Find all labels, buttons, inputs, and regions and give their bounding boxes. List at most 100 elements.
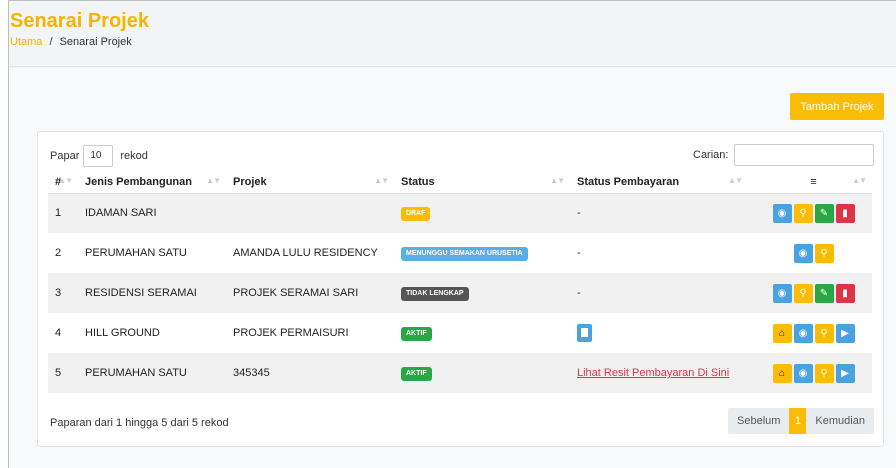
col-header-number[interactable]: # ▲▼ bbox=[48, 171, 78, 194]
edit-icon: ✎ bbox=[819, 207, 829, 219]
main-content: Tambah Projek Papar 10 rekod Carian: # ▲▼… bbox=[9, 68, 896, 468]
view-button[interactable]: ◉ bbox=[793, 323, 813, 343]
sort-icon: ▲▼ bbox=[728, 176, 743, 185]
breadcrumb-current: Senarai Projek bbox=[59, 36, 132, 48]
view-button[interactable]: ◉ bbox=[772, 283, 792, 303]
app-frame: Senarai Projek Utama / Senarai Projek Ta… bbox=[8, 0, 896, 468]
status-badge: AKTIF bbox=[401, 366, 432, 381]
search-control: Carian: bbox=[693, 144, 875, 166]
magnifier-icon: ⚲ bbox=[820, 327, 828, 339]
warning-button[interactable]: ⌂ bbox=[772, 363, 792, 383]
row-jenis: PERUMAHAN SATU bbox=[78, 353, 226, 393]
row-status-cell: MENUNGGU SEMAKAN URUSETIA bbox=[394, 233, 570, 273]
eye-icon: ◉ bbox=[777, 207, 787, 219]
search-button[interactable]: ⚲ bbox=[814, 323, 834, 343]
row-status-cell: AKTIF bbox=[394, 313, 570, 353]
magnifier-icon: ⚲ bbox=[799, 287, 807, 299]
sort-icon: ▲▼ bbox=[206, 176, 221, 185]
row-projek bbox=[226, 193, 394, 233]
page-header: Senarai Projek Utama / Senarai Projek bbox=[9, 1, 896, 67]
search-button[interactable]: ⚲ bbox=[793, 283, 813, 303]
search-input[interactable] bbox=[734, 144, 875, 166]
sort-icon: ▲▼ bbox=[852, 176, 867, 185]
building-warning-icon: ⌂ bbox=[778, 327, 786, 339]
breadcrumb: Utama / Senarai Projek bbox=[10, 36, 132, 48]
row-payment-cell bbox=[570, 313, 748, 353]
table-info: Paparan dari 1 hingga 5 dari 5 rekod bbox=[50, 417, 229, 429]
table-row: 5 PERUMAHAN SATU 345345 AKTIF Lihat Resi… bbox=[48, 353, 872, 393]
building-warning-icon: ⌂ bbox=[778, 367, 786, 379]
delete-button[interactable]: ▮ bbox=[835, 203, 855, 223]
status-badge: TIDAK LENGKAP bbox=[401, 286, 469, 301]
row-payment: - bbox=[577, 247, 581, 259]
view-receipt-link[interactable]: Lihat Resit Pembayaran Di Sini bbox=[577, 367, 729, 379]
add-project-button[interactable]: Tambah Projek bbox=[790, 93, 884, 120]
prev-page-button[interactable]: Sebelum bbox=[728, 408, 790, 434]
document-button[interactable]: ▶ bbox=[835, 323, 855, 343]
edit-button[interactable]: ✎ bbox=[814, 203, 834, 223]
col-header-jenis[interactable]: Jenis Pembangunan ▲▼ bbox=[78, 171, 226, 194]
next-page-button[interactable]: Kemudian bbox=[806, 408, 874, 434]
document-button[interactable]: ▶ bbox=[835, 363, 855, 383]
edit-icon: ✎ bbox=[819, 287, 829, 299]
eye-icon: ◉ bbox=[798, 327, 808, 339]
col-header-actions[interactable]: ≡ ▲▼ bbox=[748, 171, 872, 194]
row-number: 1 bbox=[48, 193, 78, 233]
search-button[interactable]: ⚲ bbox=[814, 363, 834, 383]
magnifier-icon: ⚲ bbox=[820, 247, 828, 259]
col-header-status[interactable]: Status ▲▼ bbox=[394, 171, 570, 194]
view-button[interactable]: ◉ bbox=[793, 243, 813, 263]
eye-icon: ◉ bbox=[798, 367, 808, 379]
row-jenis: RESIDENSI SERAMAI bbox=[78, 273, 226, 313]
sort-icon: ▲▼ bbox=[58, 176, 73, 185]
row-status-cell: DRAF bbox=[394, 193, 570, 233]
row-projek: AMANDA LULU RESIDENCY bbox=[233, 247, 378, 259]
status-badge: MENUNGGU SEMAKAN URUSETIA bbox=[401, 246, 528, 261]
row-actions: ⌂ ◉ ⚲ ▶ bbox=[748, 353, 872, 393]
current-page-button[interactable]: 1 bbox=[789, 408, 807, 434]
status-badge: DRAF bbox=[401, 206, 431, 221]
breadcrumb-home-link[interactable]: Utama bbox=[10, 36, 42, 48]
eye-icon: ◉ bbox=[798, 247, 808, 259]
table-row: 2 PERUMAHAN SATU AMANDA LULU RESIDENCY M… bbox=[48, 233, 872, 273]
page-length-control: Papar 10 rekod bbox=[50, 145, 148, 167]
show-suffix: rekod bbox=[120, 150, 148, 162]
table-header-row: # ▲▼ Jenis Pembangunan ▲▼ Projek ▲▼ Status ▲… bbox=[48, 171, 872, 194]
projects-table: # ▲▼ Jenis Pembangunan ▲▼ Projek ▲▼ Status ▲… bbox=[48, 171, 872, 393]
breadcrumb-separator: / bbox=[49, 36, 53, 48]
search-button[interactable]: ⚲ bbox=[814, 243, 834, 263]
search-button[interactable]: ⚲ bbox=[793, 203, 813, 223]
row-status-cell: TIDAK LENGKAP bbox=[394, 273, 570, 313]
document-arrow-icon: ▶ bbox=[841, 327, 849, 339]
row-number: 5 bbox=[48, 353, 78, 393]
row-jenis: HILL GROUND bbox=[85, 327, 160, 339]
magnifier-icon: ⚲ bbox=[799, 207, 807, 219]
sort-icon: ▲▼ bbox=[550, 176, 565, 185]
receipt-icon[interactable] bbox=[577, 324, 592, 342]
delete-button[interactable]: ▮ bbox=[835, 283, 855, 303]
table-row: 4 HILL GROUND PROJEK PERMAISURI AKTIF ⌂ ◉… bbox=[48, 313, 872, 353]
row-actions: ⌂ ◉ ⚲ ▶ bbox=[748, 313, 872, 353]
row-projek: 345345 bbox=[226, 353, 394, 393]
col-header-payment[interactable]: Status Pembayaran ▲▼ bbox=[570, 171, 748, 194]
row-number: 4 bbox=[55, 327, 62, 339]
row-number: 3 bbox=[48, 273, 78, 313]
page-length-select[interactable]: 10 bbox=[83, 145, 114, 167]
show-prefix: Papar bbox=[50, 150, 80, 162]
table-row: 1 IDAMAN SARI DRAF - ◉ ⚲ ✎ ▮ bbox=[48, 193, 872, 233]
row-actions: ◉ ⚲ bbox=[748, 233, 872, 273]
status-badge: AKTIF bbox=[401, 326, 432, 341]
trash-icon: ▮ bbox=[842, 287, 848, 299]
edit-button[interactable]: ✎ bbox=[814, 283, 834, 303]
row-jenis: IDAMAN SARI bbox=[78, 193, 226, 233]
row-actions: ◉ ⚲ ✎ ▮ bbox=[748, 273, 872, 313]
magnifier-icon: ⚲ bbox=[820, 367, 828, 379]
warning-button[interactable]: ⌂ bbox=[772, 323, 792, 343]
row-projek: PROJEK PERMAISURI bbox=[233, 327, 349, 339]
view-button[interactable]: ◉ bbox=[793, 363, 813, 383]
col-header-projek[interactable]: Projek ▲▼ bbox=[226, 171, 394, 194]
row-status-cell: AKTIF bbox=[394, 353, 570, 393]
eye-icon: ◉ bbox=[777, 287, 787, 299]
view-button[interactable]: ◉ bbox=[772, 203, 792, 223]
row-number: 2 bbox=[55, 247, 62, 259]
